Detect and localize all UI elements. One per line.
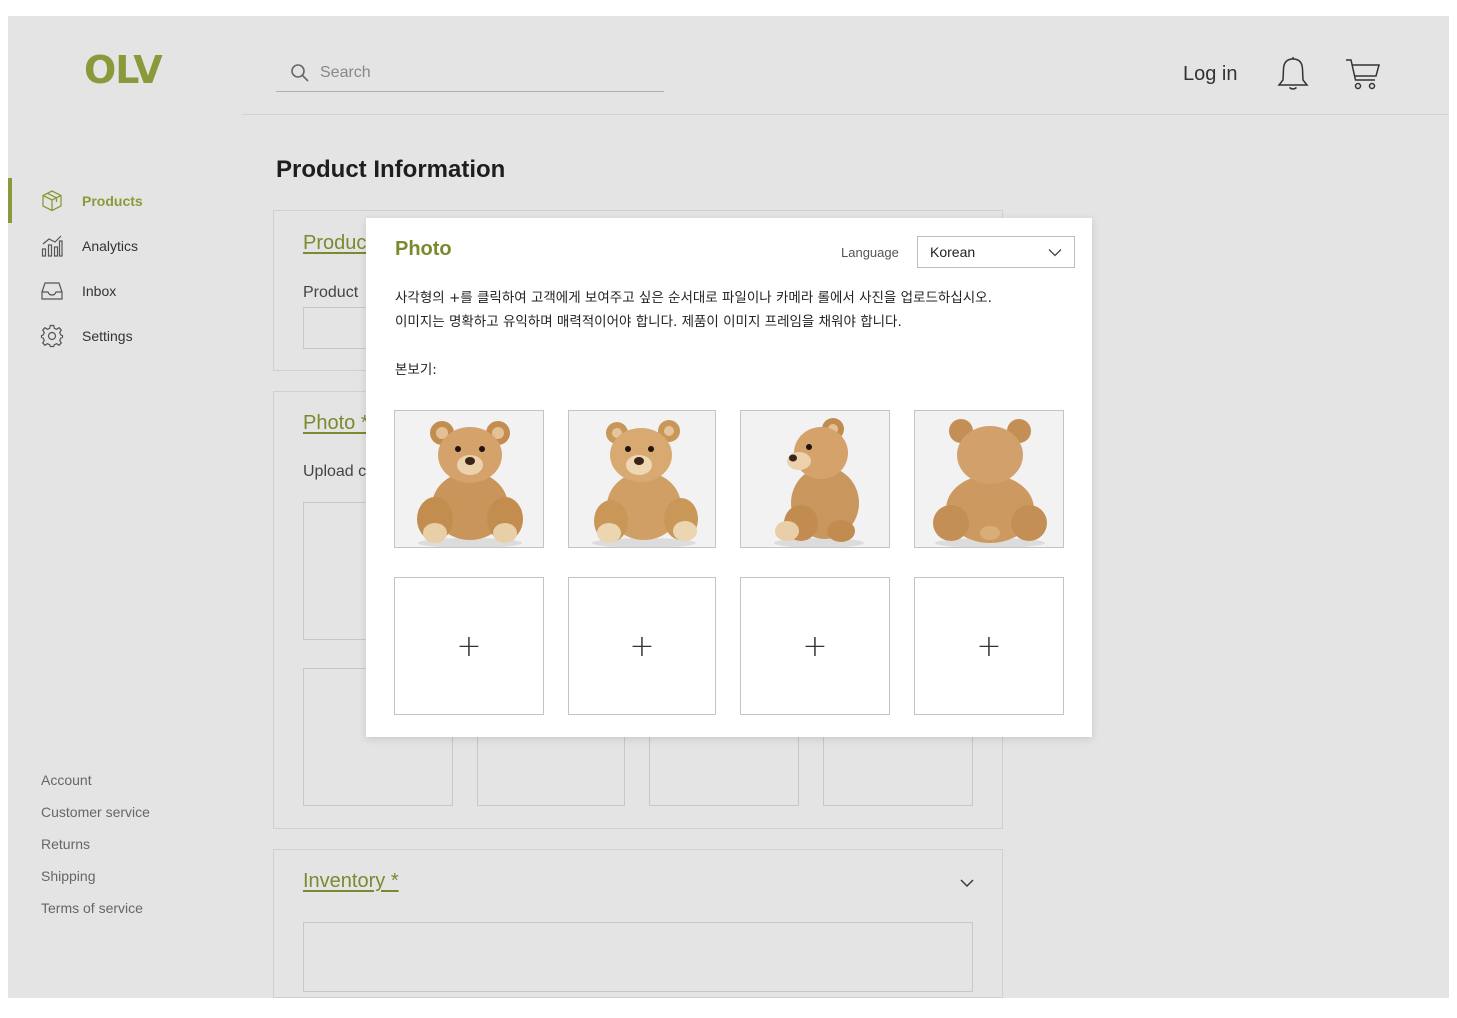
search-input[interactable] <box>320 63 640 82</box>
sidebar-item-label: Products <box>82 192 143 209</box>
upload-slot-4[interactable]: + <box>914 577 1064 715</box>
page-title: Product Information <box>276 156 506 183</box>
language-select[interactable]: Korean <box>917 236 1075 268</box>
upload-slot-3[interactable]: + <box>740 577 890 715</box>
sidebar: OLV Products Analytics Inbox Settings Ac… <box>8 16 242 998</box>
inventory-card: Inventory * <box>273 849 1003 998</box>
returns-link[interactable]: Returns <box>41 835 150 867</box>
upload-label: Upload c <box>303 463 367 480</box>
terms-of-service-link[interactable]: Terms of service <box>41 899 150 931</box>
sample-photo-back <box>914 410 1064 548</box>
search-bar[interactable] <box>276 54 664 92</box>
search-icon <box>290 63 310 83</box>
teddy-bear-front-image <box>417 421 523 547</box>
bell-icon[interactable] <box>1276 56 1310 92</box>
language-selected-value: Korean <box>930 244 976 260</box>
customer-service-link[interactable]: Customer service <box>41 803 150 835</box>
sample-photo-three-quarter <box>568 410 716 548</box>
plus-icon: + <box>629 628 655 664</box>
sample-photo-side <box>740 410 890 548</box>
chevron-down-icon[interactable] <box>959 878 975 888</box>
account-link[interactable]: Account <box>41 771 150 803</box>
brand-logo[interactable]: OLV <box>84 48 163 92</box>
gear-icon <box>40 324 64 348</box>
language-label: Language <box>841 245 899 260</box>
sidebar-item-products[interactable]: Products <box>8 178 242 223</box>
instruction-line: 이미지는 명확하고 유익하며 매력적이어야 합니다. 제품이 이미지 프레임을 … <box>395 314 902 330</box>
shipping-link[interactable]: Shipping <box>41 867 150 899</box>
sidebar-item-inbox[interactable]: Inbox <box>8 268 242 313</box>
sidebar-item-settings[interactable]: Settings <box>8 313 242 358</box>
instruction-line: 사각형의 +를 클릭하여 고객에게 보여주고 싶은 순서대로 파일이나 카메라 … <box>395 290 992 306</box>
inventory-card-title[interactable]: Inventory * <box>303 870 399 893</box>
teddy-bear-back-image <box>933 419 1047 547</box>
photo-instructions: 사각형의 +를 클릭하여 고객에게 보여주고 싶은 순서대로 파일이나 카메라 … <box>395 286 1075 334</box>
plus-icon: + <box>802 628 828 664</box>
sidebar-item-analytics[interactable]: Analytics <box>8 223 242 268</box>
sidebar-nav: Products Analytics Inbox Settings <box>8 178 242 358</box>
inventory-field[interactable] <box>303 922 973 992</box>
inbox-icon <box>40 279 64 303</box>
photo-modal: Photo Language Korean 사각형의 +를 클릭하여 고객에게 … <box>366 218 1092 737</box>
plus-icon: + <box>976 628 1002 664</box>
plus-icon: + <box>456 628 482 664</box>
upload-slot-2[interactable]: + <box>568 577 716 715</box>
cart-icon[interactable] <box>1344 56 1382 92</box>
product-field-label: Product <box>303 284 359 301</box>
sidebar-item-label: Settings <box>82 327 133 344</box>
top-bar: Log in <box>242 16 1449 115</box>
login-button[interactable]: Log in <box>1183 63 1238 86</box>
sidebar-item-label: Analytics <box>82 237 139 254</box>
box-icon <box>40 189 64 213</box>
sidebar-item-label: Inbox <box>82 282 117 299</box>
analytics-icon <box>40 234 64 258</box>
chevron-down-icon <box>1048 249 1062 257</box>
sample-label: 본보기: <box>395 362 437 378</box>
teddy-bear-three-quarter-image <box>592 420 698 547</box>
upload-slot-1[interactable]: + <box>394 577 544 715</box>
photo-card-title[interactable]: Photo * <box>303 412 369 435</box>
photo-modal-title: Photo <box>395 238 452 260</box>
teddy-bear-side-image <box>774 418 864 547</box>
sidebar-footer-links: Account Customer service Returns Shippin… <box>41 771 150 931</box>
sample-photo-front <box>394 410 544 548</box>
product-card-title[interactable]: Produc <box>303 232 366 255</box>
